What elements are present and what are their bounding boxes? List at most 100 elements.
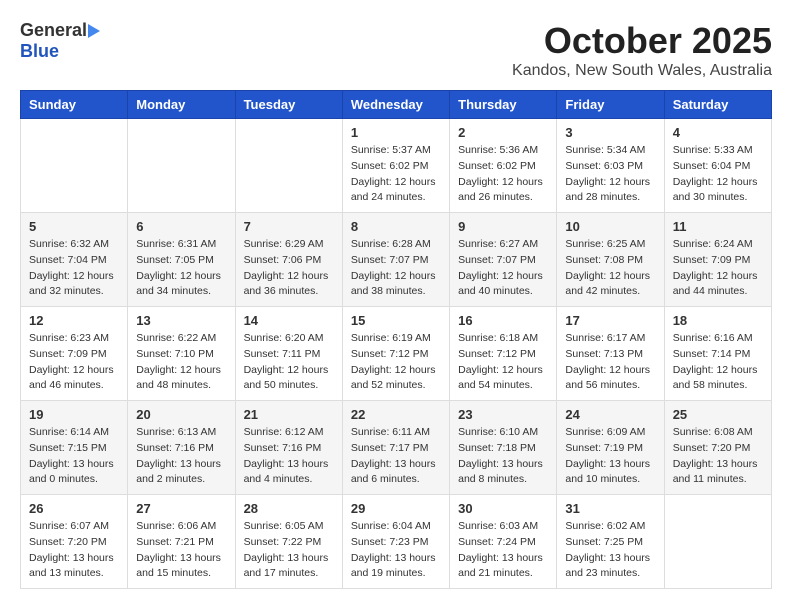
calendar-cell: 7 Sunrise: 6:29 AMSunset: 7:06 PMDaylight… xyxy=(235,213,342,307)
day-number: 29 xyxy=(351,501,441,516)
title-section: October 2025 Kandos, New South Wales, Au… xyxy=(512,20,772,80)
calendar-cell: 5 Sunrise: 6:32 AMSunset: 7:04 PMDaylight… xyxy=(21,213,128,307)
calendar-cell: 29 Sunrise: 6:04 AMSunset: 7:23 PMDayligh… xyxy=(342,495,449,589)
day-number: 31 xyxy=(565,501,655,516)
day-number: 6 xyxy=(136,219,226,234)
day-number: 12 xyxy=(29,313,119,328)
weekday-header-tuesday: Tuesday xyxy=(235,91,342,119)
calendar-week-row: 1 Sunrise: 5:37 AMSunset: 6:02 PMDaylight… xyxy=(21,119,772,213)
day-number: 30 xyxy=(458,501,548,516)
weekday-header-sunday: Sunday xyxy=(21,91,128,119)
calendar-cell: 28 Sunrise: 6:05 AMSunset: 7:22 PMDayligh… xyxy=(235,495,342,589)
calendar-week-row: 26Sunrise: 6:07 AMSunset: 7:20 PMDayligh… xyxy=(21,495,772,589)
day-number: 20 xyxy=(136,407,226,422)
logo-arrow-icon xyxy=(88,24,100,38)
weekday-header-thursday: Thursday xyxy=(450,91,557,119)
day-info: Sunrise: 6:32 AMSunset: 7:04 PMDaylight:… xyxy=(29,237,119,300)
calendar-cell: 9Sunrise: 6:27 AMSunset: 7:07 PMDaylight… xyxy=(450,213,557,307)
calendar-cell: 8Sunrise: 6:28 AMSunset: 7:07 PMDaylight… xyxy=(342,213,449,307)
calendar-cell: 19 Sunrise: 6:14 AMSunset: 7:15 PMDayligh… xyxy=(21,401,128,495)
day-info: Sunrise: 6:22 AMSunset: 7:10 PMDaylight:… xyxy=(136,331,226,394)
day-info: Sunrise: 6:11 AMSunset: 7:17 PMDaylight:… xyxy=(351,425,441,488)
day-info: Sunrise: 6:16 AMSunset: 7:14 PMDaylight:… xyxy=(673,331,763,394)
day-number: 13 xyxy=(136,313,226,328)
page-header: General Blue October 2025 Kandos, New So… xyxy=(20,20,772,80)
calendar-cell: 25 Sunrise: 6:08 AMSunset: 7:20 PMDayligh… xyxy=(664,401,771,495)
logo-blue: Blue xyxy=(20,41,59,61)
weekday-header-wednesday: Wednesday xyxy=(342,91,449,119)
day-info: Sunrise: 6:12 AMSunset: 7:16 PMDaylight:… xyxy=(244,425,334,488)
calendar-cell xyxy=(664,495,771,589)
day-info: Sunrise: 6:05 AMSunset: 7:22 PMDaylight:… xyxy=(244,519,334,582)
day-number: 25 xyxy=(673,407,763,422)
day-number: 11 xyxy=(673,219,763,234)
calendar-cell: 24Sunrise: 6:09 AMSunset: 7:19 PMDayligh… xyxy=(557,401,664,495)
day-number: 10 xyxy=(565,219,655,234)
month-title: October 2025 xyxy=(512,20,772,62)
calendar-week-row: 19 Sunrise: 6:14 AMSunset: 7:15 PMDayligh… xyxy=(21,401,772,495)
calendar-week-row: 5 Sunrise: 6:32 AMSunset: 7:04 PMDaylight… xyxy=(21,213,772,307)
day-number: 22 xyxy=(351,407,441,422)
day-info: Sunrise: 5:33 AMSunset: 6:04 PMDaylight:… xyxy=(673,143,763,206)
day-number: 5 xyxy=(29,219,119,234)
logo: General Blue xyxy=(20,20,101,62)
day-info: Sunrise: 6:10 AMSunset: 7:18 PMDaylight:… xyxy=(458,425,548,488)
weekday-header-monday: Monday xyxy=(128,91,235,119)
calendar-cell: 27 Sunrise: 6:06 AMSunset: 7:21 PMDayligh… xyxy=(128,495,235,589)
day-info: Sunrise: 6:31 AMSunset: 7:05 PMDaylight:… xyxy=(136,237,226,300)
day-info: Sunrise: 6:20 AMSunset: 7:11 PMDaylight:… xyxy=(244,331,334,394)
day-number: 28 xyxy=(244,501,334,516)
calendar-cell: 30 Sunrise: 6:03 AMSunset: 7:24 PMDayligh… xyxy=(450,495,557,589)
day-info: Sunrise: 6:04 AMSunset: 7:23 PMDaylight:… xyxy=(351,519,441,582)
day-number: 4 xyxy=(673,125,763,140)
day-info: Sunrise: 5:37 AMSunset: 6:02 PMDaylight:… xyxy=(351,143,441,206)
calendar-cell: 16Sunrise: 6:18 AMSunset: 7:12 PMDayligh… xyxy=(450,307,557,401)
day-info: Sunrise: 6:23 AMSunset: 7:09 PMDaylight:… xyxy=(29,331,119,394)
day-number: 7 xyxy=(244,219,334,234)
day-info: Sunrise: 6:08 AMSunset: 7:20 PMDaylight:… xyxy=(673,425,763,488)
day-number: 1 xyxy=(351,125,441,140)
calendar-cell: 26Sunrise: 6:07 AMSunset: 7:20 PMDayligh… xyxy=(21,495,128,589)
calendar-cell: 15Sunrise: 6:19 AMSunset: 7:12 PMDayligh… xyxy=(342,307,449,401)
day-number: 9 xyxy=(458,219,548,234)
calendar-cell: 11 Sunrise: 6:24 AMSunset: 7:09 PMDayligh… xyxy=(664,213,771,307)
weekday-header-row: SundayMondayTuesdayWednesdayThursdayFrid… xyxy=(21,91,772,119)
location-title: Kandos, New South Wales, Australia xyxy=(512,62,772,80)
calendar-cell: 12 Sunrise: 6:23 AMSunset: 7:09 PMDayligh… xyxy=(21,307,128,401)
calendar-cell: 13 Sunrise: 6:22 AMSunset: 7:10 PMDayligh… xyxy=(128,307,235,401)
calendar-cell: 20 Sunrise: 6:13 AMSunset: 7:16 PMDayligh… xyxy=(128,401,235,495)
logo-general: General xyxy=(20,20,87,41)
calendar-cell: 6 Sunrise: 6:31 AMSunset: 7:05 PMDaylight… xyxy=(128,213,235,307)
calendar-cell xyxy=(128,119,235,213)
weekday-header-friday: Friday xyxy=(557,91,664,119)
day-number: 8 xyxy=(351,219,441,234)
day-number: 17 xyxy=(565,313,655,328)
day-number: 27 xyxy=(136,501,226,516)
calendar-cell xyxy=(21,119,128,213)
day-info: Sunrise: 6:18 AMSunset: 7:12 PMDaylight:… xyxy=(458,331,548,394)
calendar-cell: 17 Sunrise: 6:17 AMSunset: 7:13 PMDayligh… xyxy=(557,307,664,401)
day-info: Sunrise: 6:24 AMSunset: 7:09 PMDaylight:… xyxy=(673,237,763,300)
calendar-cell: 4 Sunrise: 5:33 AMSunset: 6:04 PMDaylight… xyxy=(664,119,771,213)
calendar-cell: 22 Sunrise: 6:11 AMSunset: 7:17 PMDayligh… xyxy=(342,401,449,495)
day-info: Sunrise: 6:29 AMSunset: 7:06 PMDaylight:… xyxy=(244,237,334,300)
day-info: Sunrise: 6:06 AMSunset: 7:21 PMDaylight:… xyxy=(136,519,226,582)
calendar-table: SundayMondayTuesdayWednesdayThursdayFrid… xyxy=(20,90,772,589)
day-number: 19 xyxy=(29,407,119,422)
day-info: Sunrise: 5:36 AMSunset: 6:02 PMDaylight:… xyxy=(458,143,548,206)
day-info: Sunrise: 6:03 AMSunset: 7:24 PMDaylight:… xyxy=(458,519,548,582)
day-info: Sunrise: 6:25 AMSunset: 7:08 PMDaylight:… xyxy=(565,237,655,300)
day-number: 24 xyxy=(565,407,655,422)
day-info: Sunrise: 6:13 AMSunset: 7:16 PMDaylight:… xyxy=(136,425,226,488)
day-info: Sunrise: 6:19 AMSunset: 7:12 PMDaylight:… xyxy=(351,331,441,394)
day-number: 21 xyxy=(244,407,334,422)
day-info: Sunrise: 6:14 AMSunset: 7:15 PMDaylight:… xyxy=(29,425,119,488)
day-info: Sunrise: 5:34 AMSunset: 6:03 PMDaylight:… xyxy=(565,143,655,206)
calendar-cell xyxy=(235,119,342,213)
calendar-cell: 21 Sunrise: 6:12 AMSunset: 7:16 PMDayligh… xyxy=(235,401,342,495)
day-number: 18 xyxy=(673,313,763,328)
calendar-week-row: 12 Sunrise: 6:23 AMSunset: 7:09 PMDayligh… xyxy=(21,307,772,401)
calendar-cell: 2Sunrise: 5:36 AMSunset: 6:02 PMDaylight… xyxy=(450,119,557,213)
calendar-cell: 1 Sunrise: 5:37 AMSunset: 6:02 PMDaylight… xyxy=(342,119,449,213)
day-info: Sunrise: 6:17 AMSunset: 7:13 PMDaylight:… xyxy=(565,331,655,394)
